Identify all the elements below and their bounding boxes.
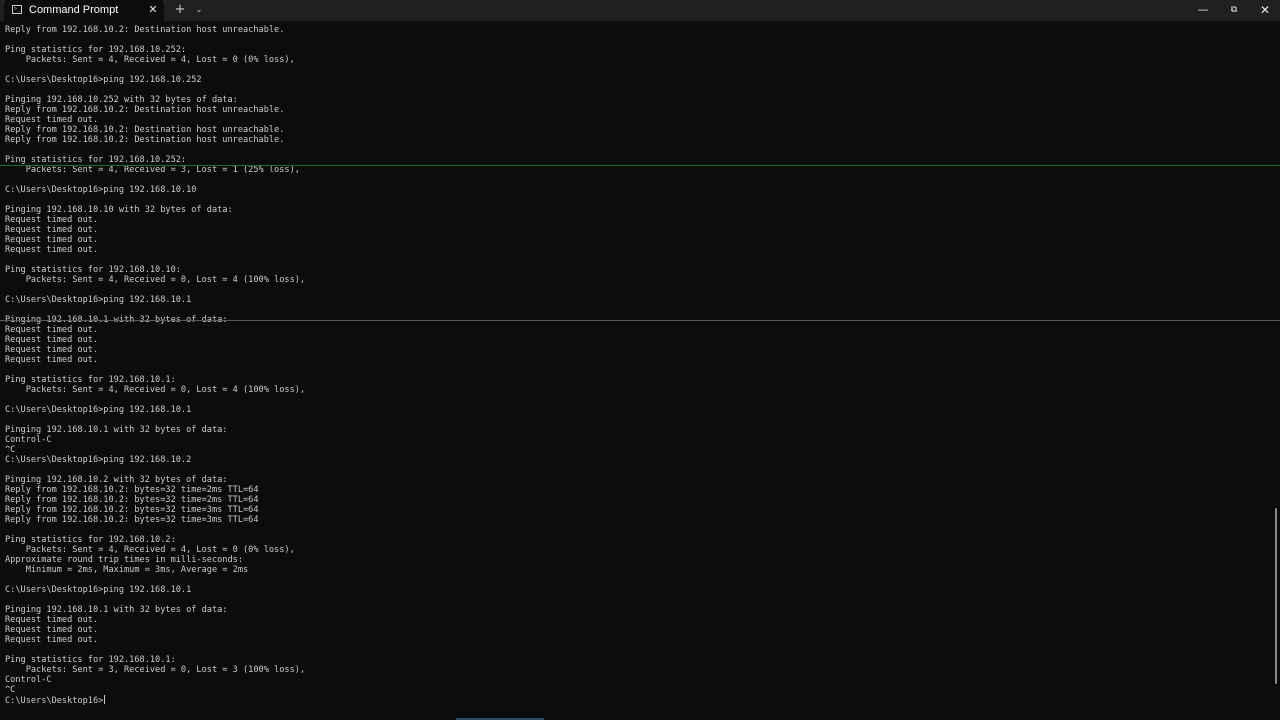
terminal-line: ^C	[5, 685, 16, 695]
terminal-line: Request timed out.	[5, 635, 99, 645]
terminal-line: Reply from 192.168.10.2: bytes=32 time=2…	[5, 485, 259, 495]
terminal-line: Reply from 192.168.10.2: Destination hos…	[5, 25, 285, 35]
terminal-line: Control-C	[5, 435, 52, 445]
terminal-line: Request timed out.	[5, 235, 99, 245]
terminal-line: Reply from 192.168.10.2: bytes=32 time=3…	[5, 515, 259, 525]
scroll-thumb[interactable]	[1275, 508, 1277, 684]
terminal-line: C:\Users\Desktop16>ping 192.168.10.252	[5, 75, 202, 85]
terminal-line: Reply from 192.168.10.2: bytes=32 time=2…	[5, 495, 259, 505]
divider-line	[0, 320, 1280, 321]
terminal-line: Request timed out.	[5, 225, 99, 235]
terminal-line: Packets: Sent = 3, Received = 0, Lost = …	[5, 665, 306, 675]
vertical-scrollbar[interactable]	[1273, 21, 1280, 720]
terminal-line: C:\Users\Desktop16>	[5, 695, 106, 706]
terminal-line: Ping statistics for 192.168.10.252:	[5, 155, 187, 165]
new-tab-button[interactable]: +	[172, 2, 188, 18]
terminal-line: Reply from 192.168.10.2: Destination hos…	[5, 105, 285, 115]
terminal-line: Minimum = 2ms, Maximum = 3ms, Average = …	[5, 565, 249, 575]
terminal-line: C:\Users\Desktop16>ping 192.168.10.2	[5, 455, 192, 465]
tab-command-prompt[interactable]: >_ Command Prompt ✕	[4, 0, 164, 21]
terminal-line: Reply from 192.168.10.2: bytes=32 time=3…	[5, 505, 259, 515]
terminal-line: Pinging 192.168.10.1 with 32 bytes of da…	[5, 425, 228, 435]
terminal-line: Pinging 192.168.10.10 with 32 bytes of d…	[5, 205, 233, 215]
terminal-line: Request timed out.	[5, 215, 99, 225]
terminal-line: Approximate round trip times in milli-se…	[5, 555, 243, 565]
terminal-line: Pinging 192.168.10.1 with 32 bytes of da…	[5, 605, 228, 615]
terminal-line: C:\Users\Desktop16>ping 192.168.10.10	[5, 185, 197, 195]
terminal-line: Request timed out.	[5, 345, 99, 355]
terminal-line: Reply from 192.168.10.2: Destination hos…	[5, 135, 285, 145]
tab-title: Command Prompt	[29, 4, 119, 16]
minimize-button[interactable]: —	[1188, 0, 1218, 21]
terminal-line: Request timed out.	[5, 115, 99, 125]
terminal-line: Packets: Sent = 4, Received = 4, Lost = …	[5, 55, 295, 65]
terminal-line: Request timed out.	[5, 335, 99, 345]
terminal-line: Ping statistics for 192.168.10.1:	[5, 655, 176, 665]
text-cursor	[104, 695, 106, 704]
terminal-line: Packets: Sent = 4, Received = 0, Lost = …	[5, 275, 306, 285]
terminal-line: Packets: Sent = 4, Received = 0, Lost = …	[5, 385, 306, 395]
terminal-window: >_ Command Prompt ✕ + ⌄ — ⧉ ✕ Reply from…	[0, 0, 1280, 720]
terminal-line: Pinging 192.168.10.2 with 32 bytes of da…	[5, 475, 228, 485]
terminal-line: Control-C	[5, 675, 52, 685]
terminal-line: Request timed out.	[5, 245, 99, 255]
cmd-icon: >_	[12, 5, 22, 14]
terminal-line: Ping statistics for 192.168.10.10:	[5, 265, 181, 275]
divider-line	[0, 165, 1280, 166]
terminal-line: C:\Users\Desktop16>ping 192.168.10.1	[5, 585, 192, 595]
terminal-line: C:\Users\Desktop16>ping 192.168.10.1	[5, 405, 192, 415]
terminal-line: Request timed out.	[5, 625, 99, 635]
terminal-line: Ping statistics for 192.168.10.252:	[5, 45, 187, 55]
close-window-button[interactable]: ✕	[1250, 0, 1280, 21]
tab-close-button[interactable]: ✕	[146, 3, 160, 17]
terminal-line: Request timed out.	[5, 325, 99, 335]
terminal-line: Ping statistics for 192.168.10.2:	[5, 535, 176, 545]
terminal-line: C:\Users\Desktop16>ping 192.168.10.1	[5, 295, 192, 305]
terminal-output[interactable]: Reply from 192.168.10.2: Destination hos…	[0, 21, 1272, 720]
terminal-line: Pinging 192.168.10.252 with 32 bytes of …	[5, 95, 238, 105]
restore-button[interactable]: ⧉	[1219, 0, 1249, 21]
terminal-line: Request timed out.	[5, 615, 99, 625]
terminal-line: Reply from 192.168.10.2: Destination hos…	[5, 125, 285, 135]
title-bar[interactable]: >_ Command Prompt ✕ + ⌄ — ⧉ ✕	[0, 0, 1280, 21]
chevron-down-icon[interactable]: ⌄	[192, 3, 206, 17]
terminal-line: Ping statistics for 192.168.10.1:	[5, 375, 176, 385]
terminal-line: Packets: Sent = 4, Received = 4, Lost = …	[5, 545, 295, 555]
terminal-line: Packets: Sent = 4, Received = 3, Lost = …	[5, 165, 300, 175]
terminal-line: ^C	[5, 445, 16, 455]
terminal-line: Request timed out.	[5, 355, 99, 365]
